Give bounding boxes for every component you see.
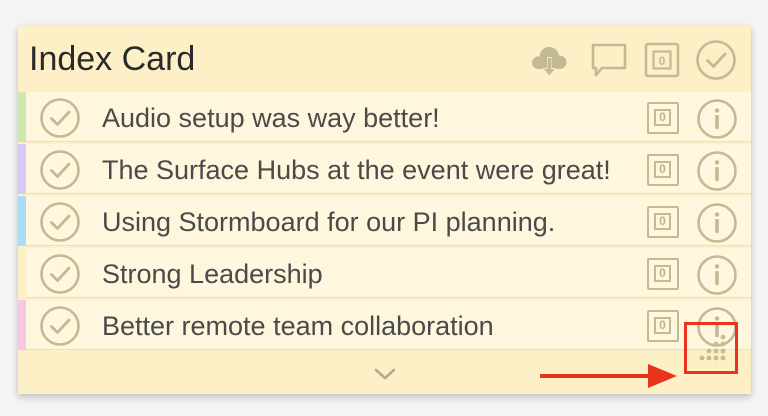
info-icon[interactable]	[696, 202, 738, 244]
chevron-down-icon[interactable]	[373, 362, 397, 386]
idea-text[interactable]: Audio setup was way better!	[102, 103, 634, 133]
comment-icon[interactable]	[588, 39, 630, 81]
check-circle-icon[interactable]	[39, 305, 81, 347]
check-circle-icon[interactable]	[695, 39, 737, 81]
check-circle-icon[interactable]	[39, 97, 81, 139]
vote-count: 0	[654, 161, 671, 178]
color-stripe	[18, 92, 26, 142]
check-circle-icon[interactable]	[39, 201, 81, 243]
list-item[interactable]: Using Stormboard for our PI planning. 0	[18, 196, 751, 246]
check-circle-icon[interactable]	[39, 149, 81, 191]
idea-text[interactable]: Strong Leadership	[102, 259, 634, 289]
info-icon[interactable]	[696, 254, 738, 296]
vote-counter[interactable]: 0	[647, 102, 679, 134]
list-item[interactable]: Strong Leadership 0	[18, 248, 751, 298]
vote-count: 0	[654, 109, 671, 126]
vote-counter[interactable]: 0	[647, 258, 679, 290]
idea-text[interactable]: The Surface Hubs at the event were great…	[102, 155, 634, 185]
card-header: Index Card 0	[18, 26, 751, 92]
index-card[interactable]: Index Card 0 Audio setup was way better!…	[18, 26, 751, 394]
vote-count: 0	[654, 265, 671, 282]
check-circle-icon[interactable]	[39, 253, 81, 295]
vote-counter[interactable]: 0	[647, 154, 679, 186]
list-item[interactable]: Audio setup was way better! 0	[18, 92, 751, 142]
info-icon[interactable]	[696, 98, 738, 140]
resize-handle-icon[interactable]	[684, 322, 738, 374]
info-icon[interactable]	[696, 150, 738, 192]
vote-count: 0	[654, 317, 671, 334]
annotation-arrow	[540, 362, 680, 390]
idea-list: Audio setup was way better! 0 The Surfac…	[18, 92, 751, 354]
color-stripe	[18, 300, 26, 350]
vote-count: 0	[654, 213, 671, 230]
idea-text[interactable]: Using Stormboard for our PI planning.	[102, 207, 634, 237]
list-item[interactable]: The Surface Hubs at the event were great…	[18, 144, 751, 194]
color-stripe	[18, 248, 26, 298]
vote-counter[interactable]: 0	[647, 206, 679, 238]
list-item[interactable]: Better remote team collaboration 0	[18, 300, 751, 350]
vote-counter-icon[interactable]: 0	[643, 39, 681, 81]
color-stripe	[18, 196, 26, 246]
idea-text[interactable]: Better remote team collaboration	[102, 311, 634, 341]
header-vote-count: 0	[659, 54, 666, 68]
vote-counter[interactable]: 0	[647, 310, 679, 342]
cloud-download-icon[interactable]	[528, 39, 570, 81]
card-title: Index Card	[29, 40, 196, 78]
color-stripe	[18, 144, 26, 194]
